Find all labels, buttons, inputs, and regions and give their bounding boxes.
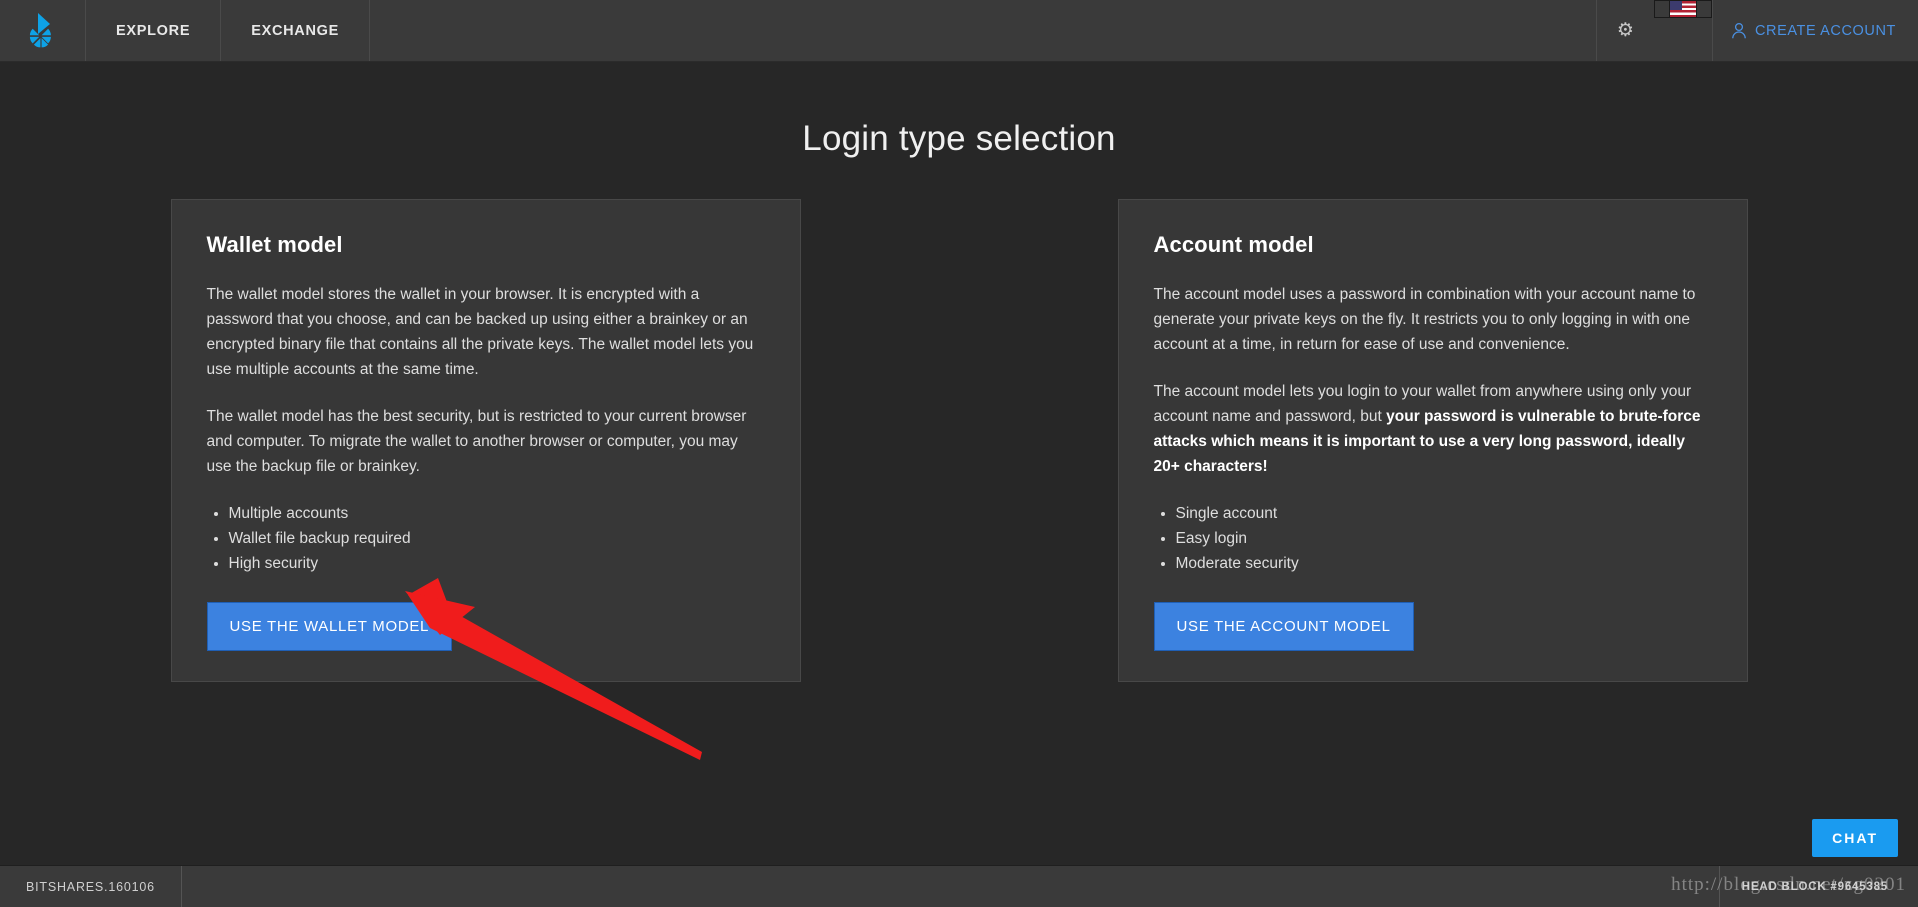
person-icon <box>1732 22 1746 39</box>
app-version: BITSHARES.160106 <box>0 866 182 907</box>
bitshares-logo-icon <box>28 12 58 49</box>
create-account-button[interactable]: CREATE ACCOUNT <box>1711 0 1918 61</box>
settings-button[interactable]: ⚙ <box>1595 0 1654 61</box>
footer-spacer <box>182 866 1719 907</box>
nav-item-explore[interactable]: EXPLORE <box>86 0 222 61</box>
bitshares-logo[interactable] <box>0 0 86 61</box>
account-model-heading: Account model <box>1153 232 1314 257</box>
header-spacer <box>370 0 1596 61</box>
us-flag-icon <box>1668 1 1697 17</box>
nav-item-exchange[interactable]: EXCHANGE <box>221 0 370 61</box>
list-item: Easy login <box>1176 526 1712 551</box>
wallet-model-paragraph-1: The wallet model stores the wallet in yo… <box>206 286 754 378</box>
account-model-paragraph-2: The account model lets you login to your… <box>1154 379 1712 479</box>
use-wallet-model-button[interactable]: USE THE WALLET MODEL <box>206 602 453 651</box>
head-block-status: HEAD BLOCK #9645385 <box>1718 866 1918 907</box>
page-title: Login type selection <box>802 119 1116 158</box>
gear-icon: ⚙ <box>1616 20 1634 41</box>
wallet-model-heading: Wallet model <box>206 232 343 257</box>
top-header: EXPLORE EXCHANGE ⚙ CREATE ACCOUNT <box>0 0 1918 62</box>
language-selector[interactable] <box>1653 0 1712 18</box>
account-model-paragraph-1: The account model uses a password in com… <box>1153 286 1696 353</box>
wallet-model-paragraph-2: The wallet model has the best security, … <box>206 408 747 475</box>
login-type-cards: Wallet model The wallet model stores the… <box>0 199 1918 682</box>
list-item: Single account <box>1176 501 1712 526</box>
wallet-model-feature-list: Multiple accounts Wallet file backup req… <box>229 501 765 576</box>
list-item: Multiple accounts <box>229 501 765 526</box>
list-item: Moderate security <box>1176 551 1712 576</box>
wallet-model-card: Wallet model The wallet model stores the… <box>170 199 801 682</box>
nav-item-exchange-label: EXCHANGE <box>251 22 339 39</box>
list-item: High security <box>229 551 765 576</box>
account-model-card: Account model The account model uses a p… <box>1117 199 1748 682</box>
nav-item-explore-label: EXPLORE <box>116 22 191 39</box>
use-account-model-button[interactable]: USE THE ACCOUNT MODEL <box>1153 602 1414 651</box>
create-account-label: CREATE ACCOUNT <box>1754 22 1896 39</box>
account-model-feature-list: Single account Easy login Moderate secur… <box>1176 501 1712 576</box>
list-item: Wallet file backup required <box>229 526 765 551</box>
header-right-group: ⚙ CREATE ACCOUNT <box>1595 0 1918 61</box>
main-content: Login type selection Wallet model The wa… <box>0 62 1918 865</box>
chat-button[interactable]: CHAT <box>1812 819 1898 857</box>
status-footer: BITSHARES.160106 HEAD BLOCK #9645385 <box>0 865 1918 907</box>
